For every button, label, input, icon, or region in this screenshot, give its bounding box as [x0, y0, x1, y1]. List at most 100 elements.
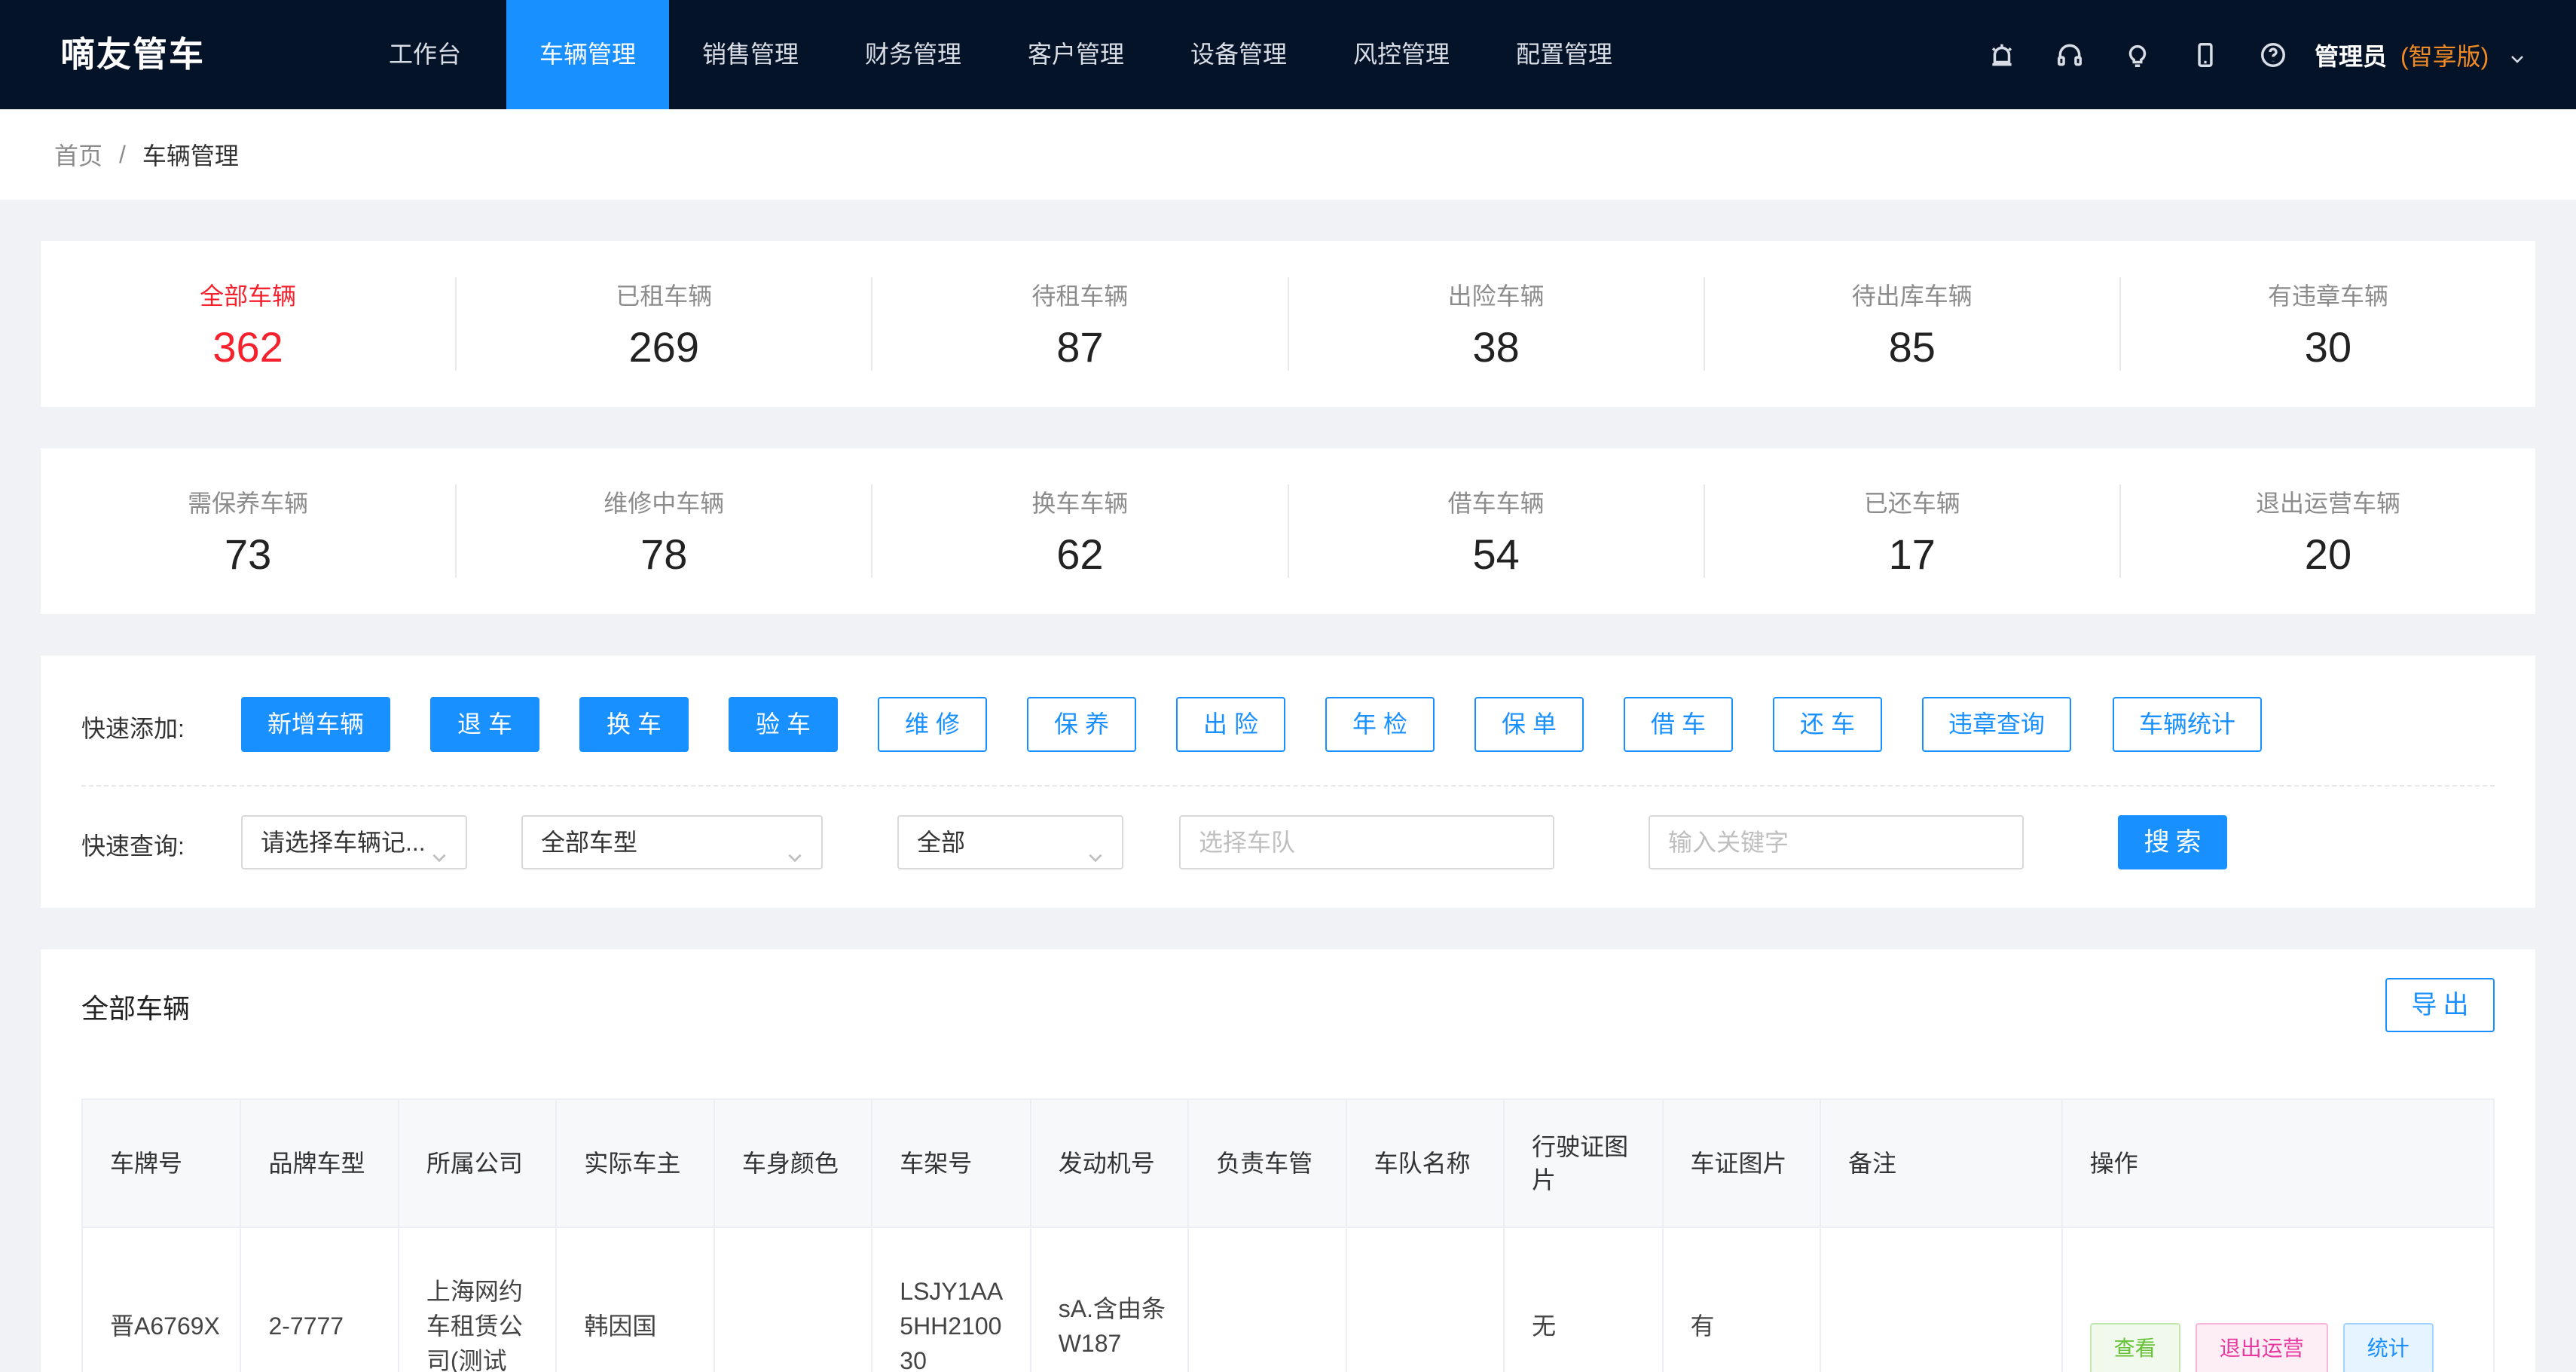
menu-item-workbench[interactable]: 工作台 — [344, 0, 506, 109]
stat-card-repairing[interactable]: 维修中车辆 78 — [457, 484, 873, 578]
add-vehicle-button[interactable]: 新增车辆 — [241, 697, 390, 752]
team-select-input[interactable]: 选择车队 — [1179, 815, 1554, 869]
stat-card-rented[interactable]: 已租车辆 269 — [457, 277, 873, 371]
cell-color — [714, 1227, 873, 1372]
nav-icon-group — [1968, 0, 2307, 109]
column-header: 车牌号 — [81, 1099, 242, 1228]
status-select-value: 全部 — [917, 829, 966, 856]
menu-item-sales[interactable]: 销售管理 — [669, 0, 832, 109]
vehicle-model-select[interactable]: 全部车型 — [521, 815, 823, 869]
repair-button[interactable]: 维 修 — [878, 697, 987, 752]
statistics-button[interactable]: 统计 — [2342, 1322, 2434, 1372]
column-header: 品牌车型 — [240, 1099, 399, 1228]
accident-button[interactable]: 出 险 — [1176, 697, 1285, 752]
annual-inspection-button[interactable]: 年 检 — [1325, 697, 1435, 752]
borrow-vehicle-button[interactable]: 借 车 — [1624, 697, 1733, 752]
cell-remark — [1820, 1227, 2063, 1372]
stat-card-maintenance-due[interactable]: 需保养车辆 73 — [41, 484, 457, 578]
stat-label: 借车车辆 — [1447, 490, 1545, 517]
vehicle-model-select-value: 全部车型 — [541, 829, 638, 856]
headset-icon[interactable] — [2036, 0, 2104, 109]
stat-value: 20 — [2304, 530, 2352, 578]
column-header: 发动机号 — [1030, 1099, 1190, 1228]
give-back-vehicle-button[interactable]: 还 车 — [1773, 697, 1882, 752]
quick-add-label: 快速添加: — [81, 715, 185, 742]
column-header: 操作 — [2061, 1099, 2495, 1228]
menu-item-finance[interactable]: 财务管理 — [832, 0, 995, 109]
cell-manager — [1188, 1227, 1347, 1372]
stat-label: 待出库车辆 — [1851, 283, 1972, 310]
stat-label: 维修中车辆 — [604, 490, 725, 517]
stat-card-available[interactable]: 待租车辆 87 — [872, 277, 1289, 371]
quick-search-label: 快速查询: — [81, 833, 185, 860]
status-select[interactable]: 全部 — [897, 815, 1123, 869]
stat-value: 73 — [224, 530, 272, 578]
stat-card-borrowed[interactable]: 借车车辆 54 — [1289, 484, 1705, 578]
main-menu: 工作台 车辆管理 销售管理 财务管理 客户管理 设备管理 风控管理 配置管理 — [344, 0, 1646, 109]
stat-card-pending-out[interactable]: 待出库车辆 85 — [1705, 277, 2121, 371]
keyword-input[interactable]: 输入关键字 — [1649, 815, 2024, 869]
vehicle-record-select-value: 请选择车辆记... — [261, 829, 426, 856]
menu-item-vehicle[interactable]: 车辆管理 — [506, 0, 669, 109]
cell-plate: 晋A6769X — [81, 1227, 242, 1372]
stat-value: 38 — [1472, 323, 1520, 371]
chevron-down-icon[interactable] — [2508, 46, 2526, 64]
user-menu[interactable]: 管理员 (智享版) — [2315, 0, 2526, 109]
view-button[interactable]: 查看 — [2089, 1322, 2180, 1372]
stat-card-violation[interactable]: 有违章车辆 30 — [2121, 277, 2535, 371]
stat-value: 85 — [1888, 323, 1936, 371]
cell-vin: LSJY1AA5HH210030 — [872, 1227, 1031, 1372]
stat-value: 78 — [640, 530, 688, 578]
mobile-icon[interactable] — [2171, 0, 2239, 109]
cell-engine: sA.含由条W187 — [1030, 1227, 1190, 1372]
inspect-vehicle-button[interactable]: 验 车 — [729, 697, 838, 752]
cell-license-photo: 无 — [1504, 1227, 1664, 1372]
stat-card-all[interactable]: 全部车辆 362 — [41, 277, 457, 371]
menu-item-customer[interactable]: 客户管理 — [995, 0, 1157, 109]
vehicle-table-panel: 全部车辆 导出 车牌号 品牌车型 所属公司 实际车主 车身颜色 车架号 发动机号… — [41, 949, 2535, 1372]
stat-value: 54 — [1472, 530, 1520, 578]
export-button[interactable]: 导出 — [2385, 978, 2495, 1032]
column-header: 行驶证图片 — [1504, 1099, 1664, 1228]
cell-model: 2-7777 — [240, 1227, 399, 1372]
alarm-icon[interactable] — [1968, 0, 2036, 109]
violation-query-button[interactable]: 违章查询 — [1922, 697, 2071, 752]
vehicle-record-select[interactable]: 请选择车辆记... — [241, 815, 467, 869]
breadcrumb-home[interactable]: 首页 — [54, 137, 102, 172]
swap-vehicle-button[interactable]: 换 车 — [579, 697, 689, 752]
stat-label: 有违章车辆 — [2267, 283, 2388, 310]
stat-value: 87 — [1056, 323, 1104, 371]
stat-value: 17 — [1888, 530, 1936, 578]
team-select-placeholder: 选择车队 — [1199, 829, 1296, 856]
stat-card-accident[interactable]: 出险车辆 38 — [1289, 277, 1705, 371]
search-button[interactable]: 搜索 — [2118, 815, 2227, 869]
user-edition: (智享版) — [2400, 42, 2489, 70]
stat-card-replaced[interactable]: 换车车辆 62 — [872, 484, 1289, 578]
table-title: 全部车辆 — [81, 993, 191, 1024]
column-header: 车架号 — [872, 1099, 1031, 1228]
column-header: 车队名称 — [1346, 1099, 1505, 1228]
menu-item-config[interactable]: 配置管理 — [1483, 0, 1646, 109]
stat-card-returned[interactable]: 已还车辆 17 — [1705, 484, 2121, 578]
top-navbar: 嘀友管车 工作台 车辆管理 销售管理 财务管理 客户管理 设备管理 风控管理 配… — [0, 0, 2576, 109]
lightbulb-icon[interactable] — [2104, 0, 2171, 109]
menu-item-device[interactable]: 设备管理 — [1157, 0, 1320, 109]
vehicle-statistics-button[interactable]: 车辆统计 — [2113, 697, 2262, 752]
cell-company: 上海网约车租赁公司(测试 — [398, 1227, 558, 1372]
stat-card-retired[interactable]: 退出运营车辆 20 — [2121, 484, 2535, 578]
stat-value: 269 — [628, 323, 699, 371]
retire-button[interactable]: 退出运营 — [2195, 1322, 2328, 1372]
stat-label: 换车车辆 — [1031, 490, 1129, 517]
stat-label: 全部车辆 — [200, 283, 297, 310]
chevron-down-icon — [785, 833, 805, 863]
breadcrumb-separator: / — [119, 140, 126, 168]
stat-value: 30 — [2304, 323, 2352, 371]
insurance-policy-button[interactable]: 保 单 — [1474, 697, 1584, 752]
maintenance-button[interactable]: 保 养 — [1027, 697, 1136, 752]
column-header: 车身颜色 — [714, 1099, 873, 1228]
menu-item-risk[interactable]: 风控管理 — [1320, 0, 1483, 109]
return-vehicle-button[interactable]: 退 车 — [430, 697, 539, 752]
app-logo: 嘀友管车 — [60, 35, 205, 74]
help-icon[interactable] — [2239, 0, 2307, 109]
stat-label: 退出运营车辆 — [2255, 490, 2400, 517]
